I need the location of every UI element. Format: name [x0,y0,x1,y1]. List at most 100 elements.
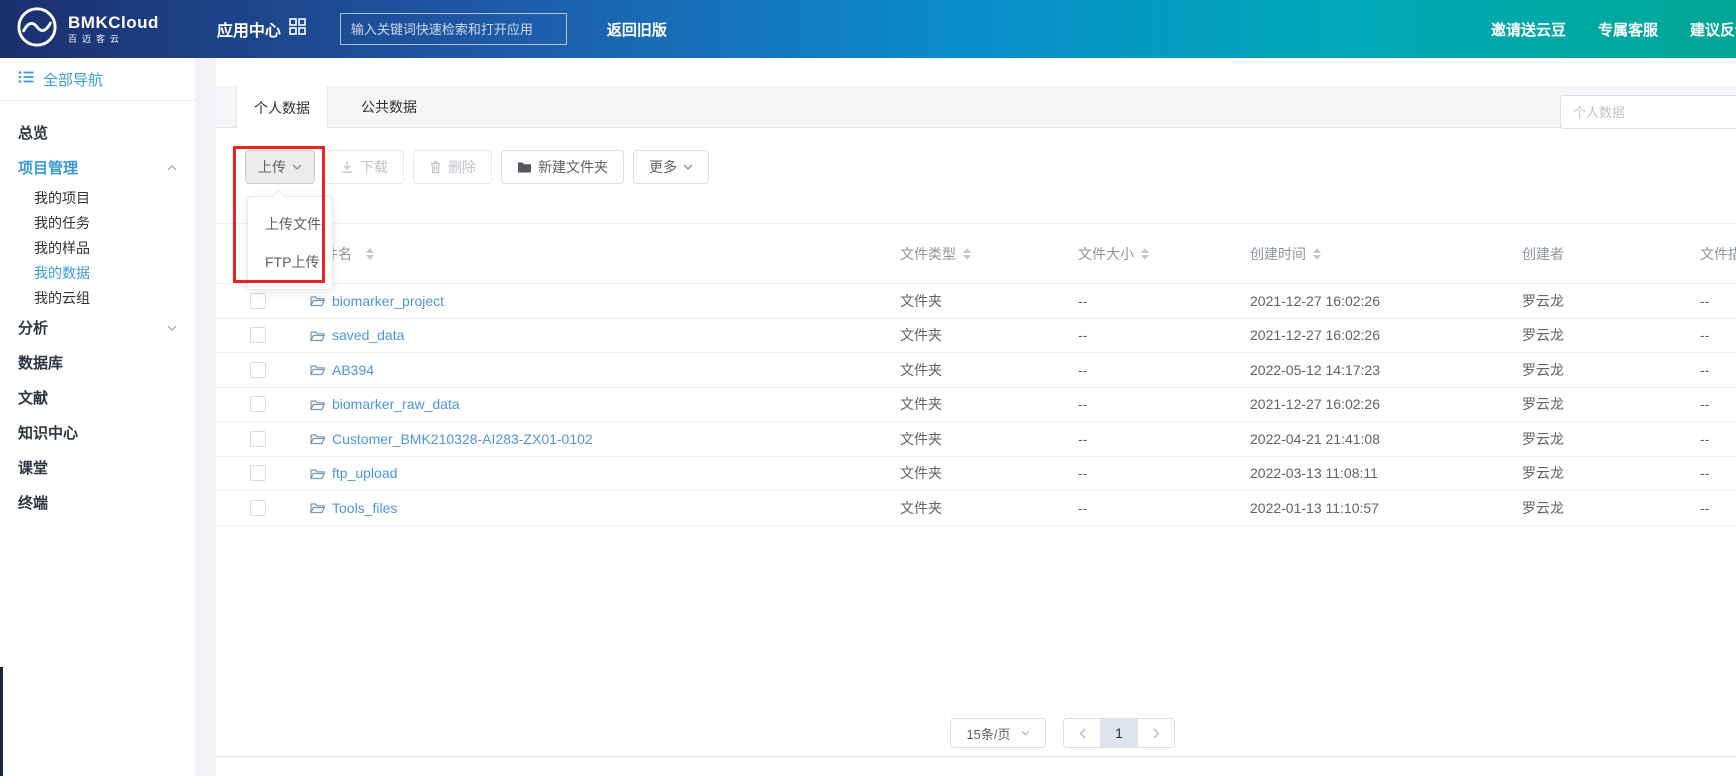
page-size-select[interactable]: 15条/页 [950,718,1046,748]
sidebar-item-我的云组[interactable]: 我的云组 [0,285,195,310]
sidebar-item-知识中心[interactable]: 知识中心 [0,415,195,450]
file-name-link[interactable]: biomarker_project [332,293,444,309]
creator-cell: 罗云龙 [1522,394,1700,414]
sidebar-item-课堂[interactable]: 课堂 [0,450,195,485]
app-center-button[interactable]: 应用中心 [217,17,306,41]
file-size-cell: -- [1078,465,1250,481]
column-header-0[interactable]: 文件名 [304,244,900,264]
sidebar-item-我的数据[interactable]: 我的数据 [0,260,195,285]
column-header-2[interactable]: 文件大小 [1078,244,1250,264]
chevron-down-icon [683,164,693,170]
sidebar-item-label: 项目管理 [18,157,78,178]
sidebar-item-总览[interactable]: 总览 [0,115,195,150]
page-size-label: 15条/页 [966,724,1010,743]
sidebar-item-我的任务[interactable]: 我的任务 [0,210,195,235]
file-type-cell: 文件夹 [900,325,1078,345]
upload-menu-item-0[interactable]: 上传文件 [248,205,332,243]
row-checkbox[interactable] [250,396,266,412]
data-tabs: 个人数据公共数据 [216,86,1736,128]
row-checkbox[interactable] [250,500,266,516]
sidebar-item-分析[interactable]: 分析 [0,310,195,345]
upload-label: 上传 [258,157,286,177]
file-desc-cell: -- [1700,293,1736,309]
pager: 1 [1063,718,1175,748]
file-name-link[interactable]: biomarker_raw_data [332,396,460,412]
sidebar-item-label: 我的项目 [34,188,90,208]
creator-cell: 罗云龙 [1522,498,1700,518]
created-time-cell: 2021-12-27 16:02:26 [1250,293,1522,309]
new-folder-button[interactable]: 新建文件夹 [501,150,624,184]
sidebar-item-项目管理[interactable]: 项目管理 [0,150,195,185]
sidebar-item-label: 我的任务 [34,213,90,233]
row-checkbox[interactable] [250,362,266,378]
sidebar-item-终端[interactable]: 终端 [0,485,195,520]
chevron-down-icon [292,164,302,170]
column-header-3[interactable]: 创建时间 [1250,244,1522,264]
file-name-link[interactable]: AB394 [332,362,374,378]
sidebar-item-label: 分析 [18,317,48,338]
sidebar-item-数据库[interactable]: 数据库 [0,345,195,380]
upload-menu-item-1[interactable]: FTP上传 [248,243,332,281]
delete-button[interactable]: 删除 [413,150,492,184]
column-header-5: 文件描述 [1700,244,1736,264]
file-name-link[interactable]: saved_data [332,327,404,343]
upload-button[interactable]: 上传 [245,150,315,184]
header-link-1[interactable]: 专属客服 [1598,19,1658,40]
personal-data-filter-input[interactable] [1560,95,1736,129]
file-name-link[interactable]: ftp_upload [332,465,397,481]
creator-cell: 罗云龙 [1522,429,1700,449]
dropdown-caret [272,190,286,204]
file-name-link[interactable]: Tools_files [332,500,397,516]
row-checkbox[interactable] [250,327,266,343]
row-checkbox-cell [216,396,304,412]
app-center-label: 应用中心 [217,17,281,41]
sidebar-item-我的项目[interactable]: 我的项目 [0,185,195,210]
pagination: 15条/页 1 [950,718,1175,748]
main-content: 个人数据公共数据 上传 下载 删除 [216,58,1736,776]
top-header: BMKCloud 百迈客云 应用中心 返回旧版 邀请送云豆专属客服建议反馈 [0,0,1736,58]
file-desc-cell: -- [1700,396,1736,412]
prev-page-button[interactable] [1064,719,1100,747]
file-name-cell: ftp_upload [304,465,900,481]
column-label: 文件类型 [900,244,956,264]
sidebar-item-label: 数据库 [18,352,63,373]
sidebar-item-label: 我的数据 [34,263,90,283]
file-size-cell: -- [1078,293,1250,309]
download-button[interactable]: 下载 [324,150,404,184]
file-name-cell: biomarker_raw_data [304,396,900,412]
file-desc-cell: -- [1700,362,1736,378]
creator-cell: 罗云龙 [1522,291,1700,311]
column-header-1[interactable]: 文件类型 [900,244,1078,264]
created-time-cell: 2022-01-13 11:10:57 [1250,500,1522,516]
nav-all-button[interactable]: 全部导航 [0,58,195,101]
row-checkbox[interactable] [250,431,266,447]
table-row-6: Tools_files文件夹--2022-01-13 11:10:57罗云龙-- [216,491,1736,526]
table-row-5: ftp_upload文件夹--2022-03-13 11:08:11罗云龙-- [216,457,1736,492]
file-size-cell: -- [1078,327,1250,343]
file-type-cell: 文件夹 [900,394,1078,414]
row-checkbox[interactable] [250,293,266,309]
trash-icon [429,160,442,174]
panel-bottom-border [216,756,1736,757]
more-button[interactable]: 更多 [633,150,709,184]
sidebar-item-我的样品[interactable]: 我的样品 [0,235,195,260]
back-to-old-version-link[interactable]: 返回旧版 [607,19,667,40]
creator-cell: 罗云龙 [1522,463,1700,483]
sidebar-item-label: 我的样品 [34,238,90,258]
sidebar-item-文献[interactable]: 文献 [0,380,195,415]
header-link-0[interactable]: 邀请送云豆 [1491,19,1566,40]
current-page[interactable]: 1 [1100,719,1138,747]
created-time-cell: 2022-05-12 14:17:23 [1250,362,1522,378]
sidebar-item-label: 总览 [18,122,48,143]
tab-公共数据[interactable]: 公共数据 [328,86,450,128]
folder-open-icon [310,501,325,514]
row-checkbox[interactable] [250,465,266,481]
next-page-button[interactable] [1138,719,1174,747]
header-link-2[interactable]: 建议反馈 [1690,19,1736,40]
file-name-link[interactable]: Customer_BMK210328-AI283-ZX01-0102 [332,431,593,447]
left-edge-strip [0,667,3,776]
app-search-input[interactable] [340,13,567,45]
table-row-1: saved_data文件夹--2021-12-27 16:02:26罗云龙-- [216,319,1736,354]
tab-个人数据[interactable]: 个人数据 [236,86,328,129]
chevron-down-icon [167,325,177,331]
